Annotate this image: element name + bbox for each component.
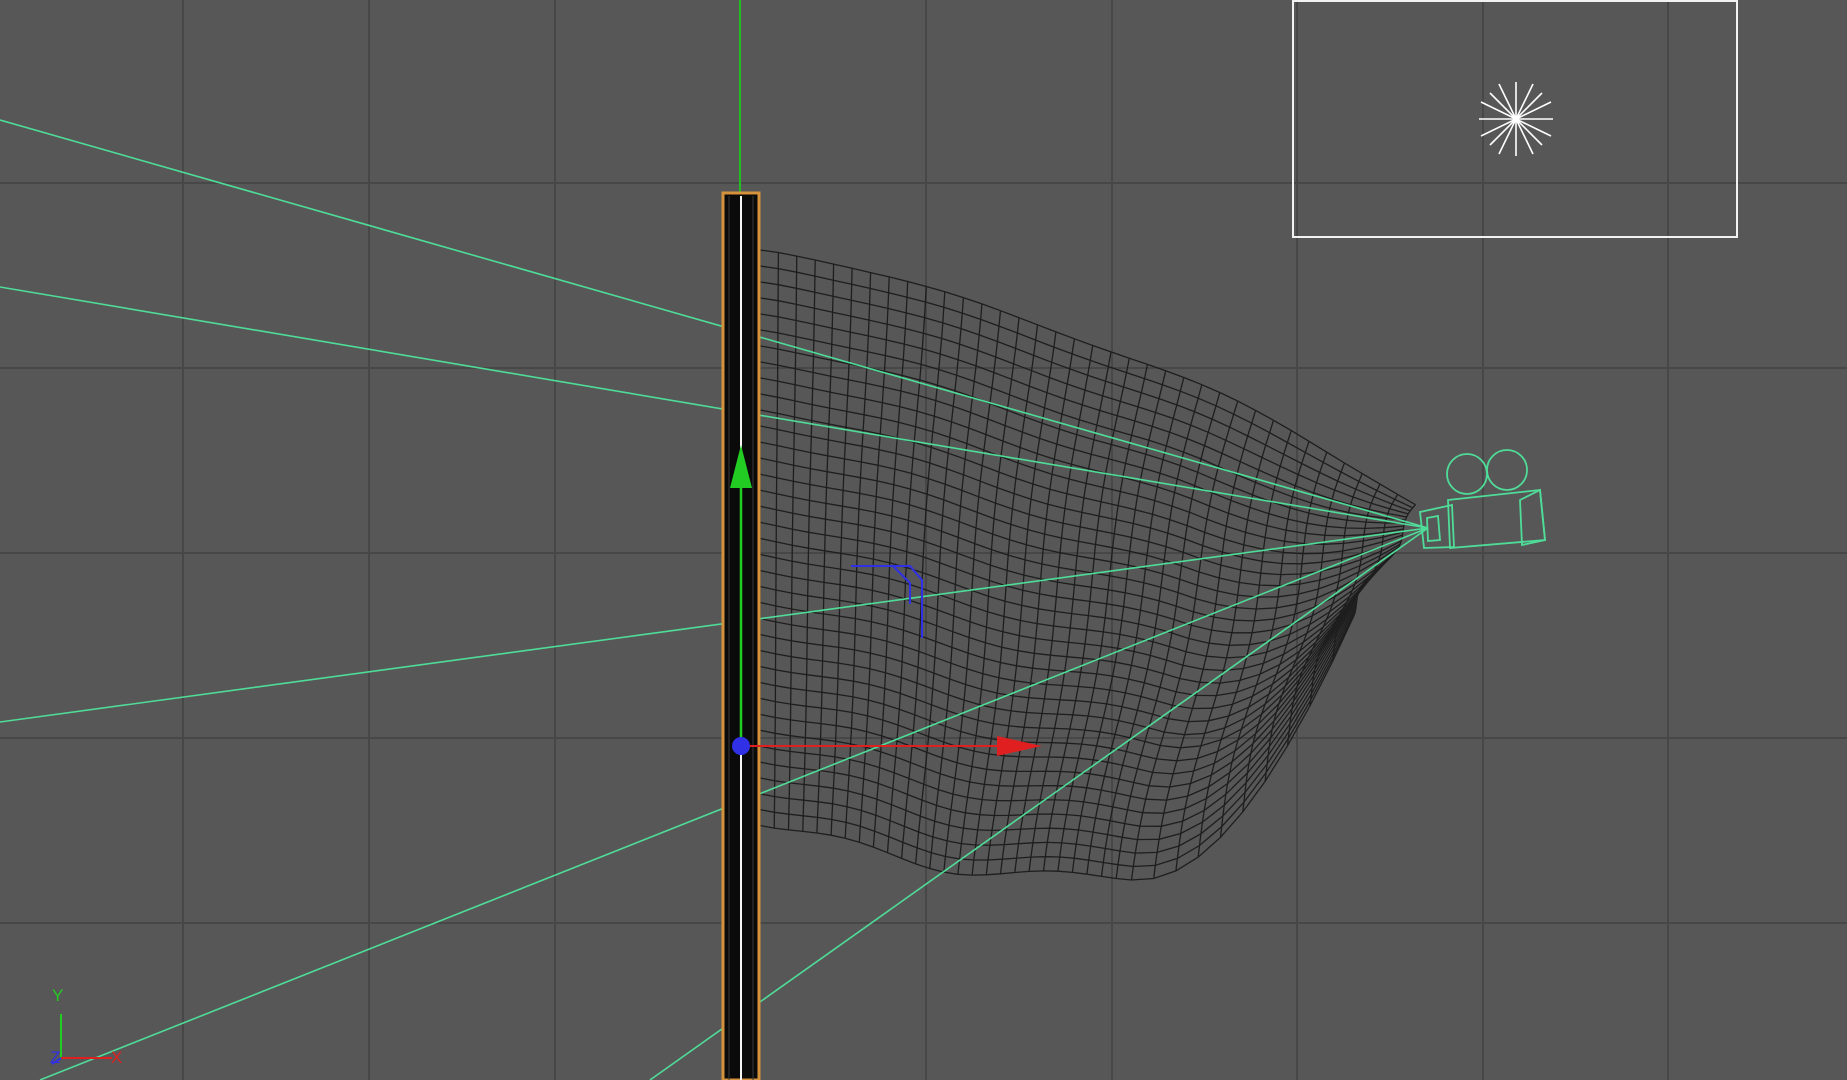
cloth-grid-line [816, 264, 835, 834]
cloth-grid-line [759, 614, 1356, 881]
tripod-x-label: X [111, 1048, 122, 1067]
cloth-grid-line [999, 338, 1076, 874]
tripod-z-label: Z [50, 1048, 60, 1067]
tripod-y-label: Y [52, 986, 63, 1005]
camera-frustum [0, 119, 1429, 1080]
omni-light-icon [1479, 82, 1553, 156]
cloth-grid-line [886, 286, 927, 853]
cloth-grid-line [759, 573, 1373, 710]
cloth-grid-line [759, 345, 1405, 524]
viewport-3d[interactable]: Y X Z [0, 0, 1847, 1080]
axis-tripod: Y X Z [50, 986, 122, 1067]
cloth-grid-line [759, 537, 1390, 646]
cloth-grid-line [787, 256, 798, 830]
cloth-grid-line [773, 252, 780, 829]
cloth-grid-line [759, 607, 1357, 854]
cloth-grid-line [985, 331, 1057, 875]
light-object[interactable] [1292, 0, 1738, 238]
cloth-grid-line [872, 281, 909, 848]
gizmo-pivot[interactable] [732, 737, 750, 755]
cloth-grid-line [759, 313, 1407, 518]
cloth-grid-line [1042, 358, 1130, 871]
viewport-scene[interactable]: Y X Z [0, 0, 1847, 1080]
